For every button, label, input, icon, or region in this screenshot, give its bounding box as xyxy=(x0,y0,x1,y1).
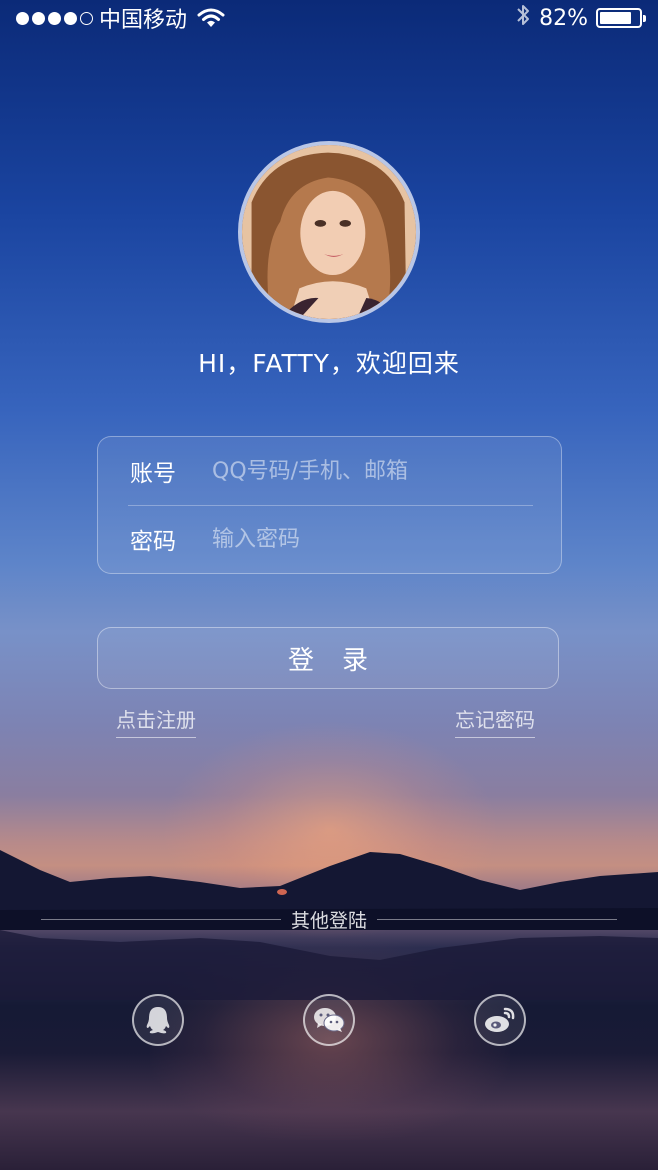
bluetooth-icon xyxy=(515,3,531,33)
divider-line-left xyxy=(40,918,281,920)
battery-level xyxy=(600,12,632,24)
signal-strength-icon xyxy=(16,11,93,25)
account-input[interactable] xyxy=(212,458,561,484)
wifi-icon xyxy=(197,7,225,29)
qq-login-button[interactable] xyxy=(132,994,184,1046)
password-row: 密码 xyxy=(98,505,561,573)
battery-icon xyxy=(596,8,646,28)
weibo-icon xyxy=(485,1007,515,1032)
password-input[interactable] xyxy=(212,526,561,552)
wechat-login-button[interactable] xyxy=(303,994,355,1046)
login-form: 账号 密码 xyxy=(97,436,562,574)
login-button[interactable]: 登录 xyxy=(97,627,559,689)
qq-icon xyxy=(146,1007,170,1034)
other-login-title: 其他登陆 xyxy=(290,909,367,932)
wechat-icon xyxy=(314,1008,345,1032)
welcome-greeting: HI，FATTY，欢迎回来 xyxy=(198,349,460,378)
battery-percentage: 82% xyxy=(539,5,588,31)
status-bar: 中国移动 82% xyxy=(0,0,658,36)
account-row: 账号 xyxy=(98,437,561,505)
forgot-password-link[interactable]: 忘记密码 xyxy=(455,704,535,738)
account-label: 账号 xyxy=(130,461,176,487)
password-label: 密码 xyxy=(130,529,176,555)
carrier-name: 中国移动 xyxy=(99,8,188,33)
avatar-portrait xyxy=(242,145,416,319)
divider-line-right xyxy=(377,918,617,920)
user-avatar[interactable] xyxy=(238,141,420,323)
register-link[interactable]: 点击注册 xyxy=(116,704,196,738)
other-login-divider: 其他登陆 xyxy=(0,905,658,933)
weibo-login-button[interactable] xyxy=(474,994,526,1046)
